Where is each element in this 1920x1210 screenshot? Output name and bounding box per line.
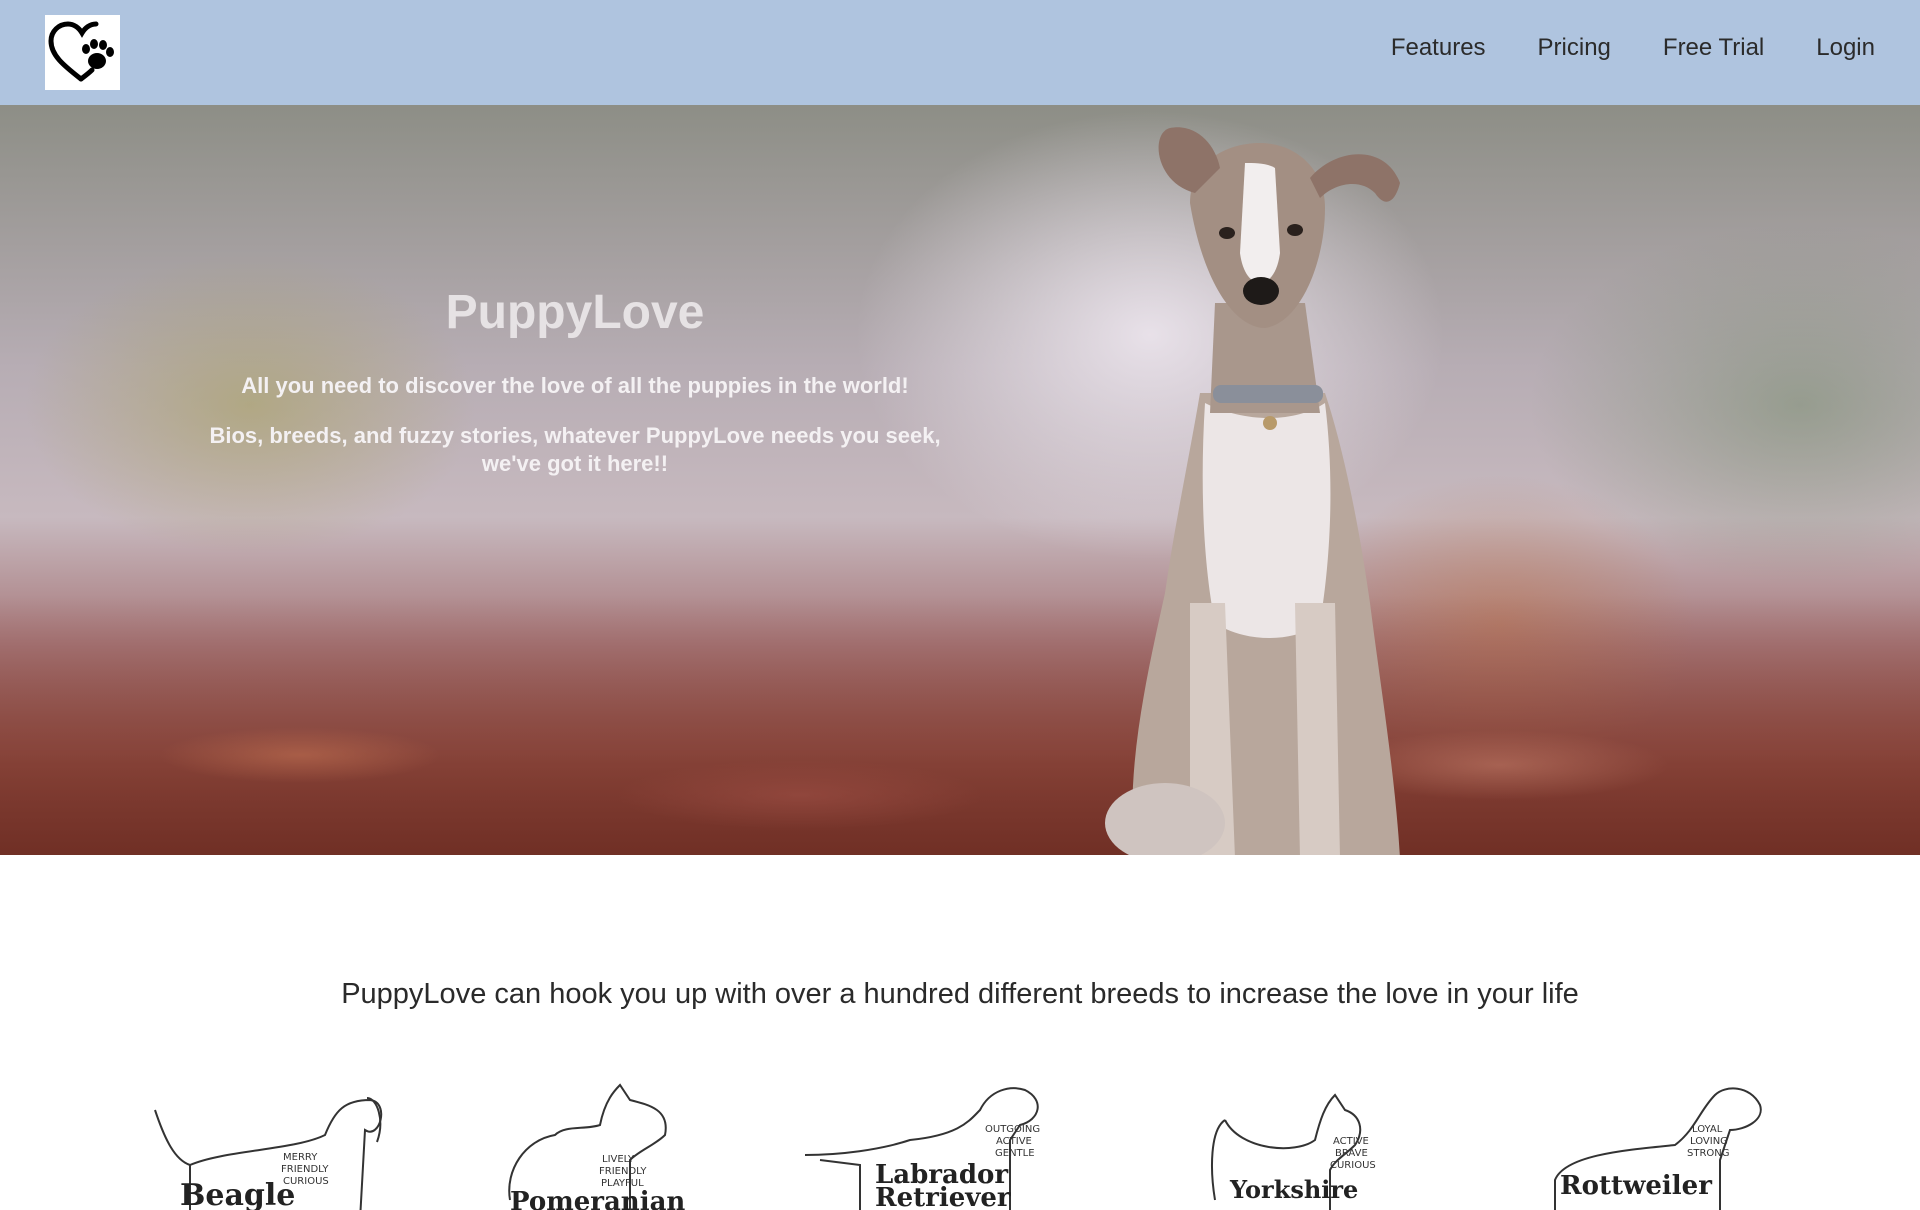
hero-text: PuppyLove All you need to discover the l… (200, 285, 950, 500)
breeds-row: MERRY FRIENDLY CURIOUS Beagle LIVELY FRI… (0, 1080, 1920, 1210)
breeds-heading: PuppyLove can hook you up with over a hu… (341, 978, 1579, 1010)
breed-card-rottweiler[interactable]: LOYAL LOVING STRONG Rottweiler (1545, 1080, 1825, 1210)
breed-trait: CURIOUS (1330, 1160, 1376, 1171)
heart-paw-icon[interactable] (45, 15, 120, 90)
hero-tagline: All you need to discover the love of all… (241, 373, 909, 398)
breed-name-pomeranian: Pomeranian (510, 1187, 685, 1210)
breed-name-retriever: Retriever (875, 1183, 1011, 1210)
breed-name-rottweiler: Rottweiler (1560, 1171, 1712, 1201)
top-navbar: Features Pricing Free Trial Login (0, 0, 1920, 105)
breed-card-yorkshire[interactable]: ACTIVE BRAVE CURIOUS Yorkshire (1195, 1080, 1475, 1210)
breed-trait: MERRY (283, 1152, 318, 1163)
breed-trait: LOYAL (1692, 1124, 1723, 1135)
nav-link-pricing[interactable]: Pricing (1538, 34, 1611, 62)
breed-trait: FRIENDLY (281, 1164, 329, 1175)
breed-card-pomeranian[interactable]: LIVELY FRIENDLY PLAYFUL Pomeranian (505, 1080, 785, 1210)
breed-trait: OUTGOING (985, 1124, 1040, 1135)
nav-link-login[interactable]: Login (1816, 34, 1875, 62)
hero-title: PuppyLove (445, 286, 705, 339)
breed-card-beagle[interactable]: MERRY FRIENDLY CURIOUS Beagle (145, 1080, 425, 1210)
hero-banner: PuppyLove All you need to discover the l… (0, 105, 1920, 855)
nav-links: Features Pricing Free Trial Login (1391, 0, 1875, 95)
breed-trait: FRIENDLY (599, 1166, 647, 1177)
breed-name-beagle: Beagle (180, 1178, 295, 1210)
nav-link-features[interactable]: Features (1391, 34, 1486, 62)
breed-trait: LIVELY (602, 1154, 635, 1165)
breed-trait: ACTIVE (1333, 1136, 1369, 1147)
breed-trait: GENTLE (995, 1148, 1035, 1159)
breed-trait: STRONG (1687, 1148, 1730, 1159)
breed-trait: ACTIVE (996, 1136, 1032, 1147)
breed-card-labrador-retriever[interactable]: OUTGOING ACTIVE GENTLE Labrador Retrieve… (800, 1080, 1080, 1210)
hero-description: Bios, breeds, and fuzzy stories, whateve… (209, 423, 941, 476)
nav-link-free-trial[interactable]: Free Trial (1663, 34, 1764, 62)
dog-photo (1105, 127, 1400, 855)
breed-trait: LOVING (1690, 1136, 1728, 1147)
breed-trait: BRAVE (1335, 1148, 1368, 1159)
hero-leaf-ground (0, 595, 1920, 855)
